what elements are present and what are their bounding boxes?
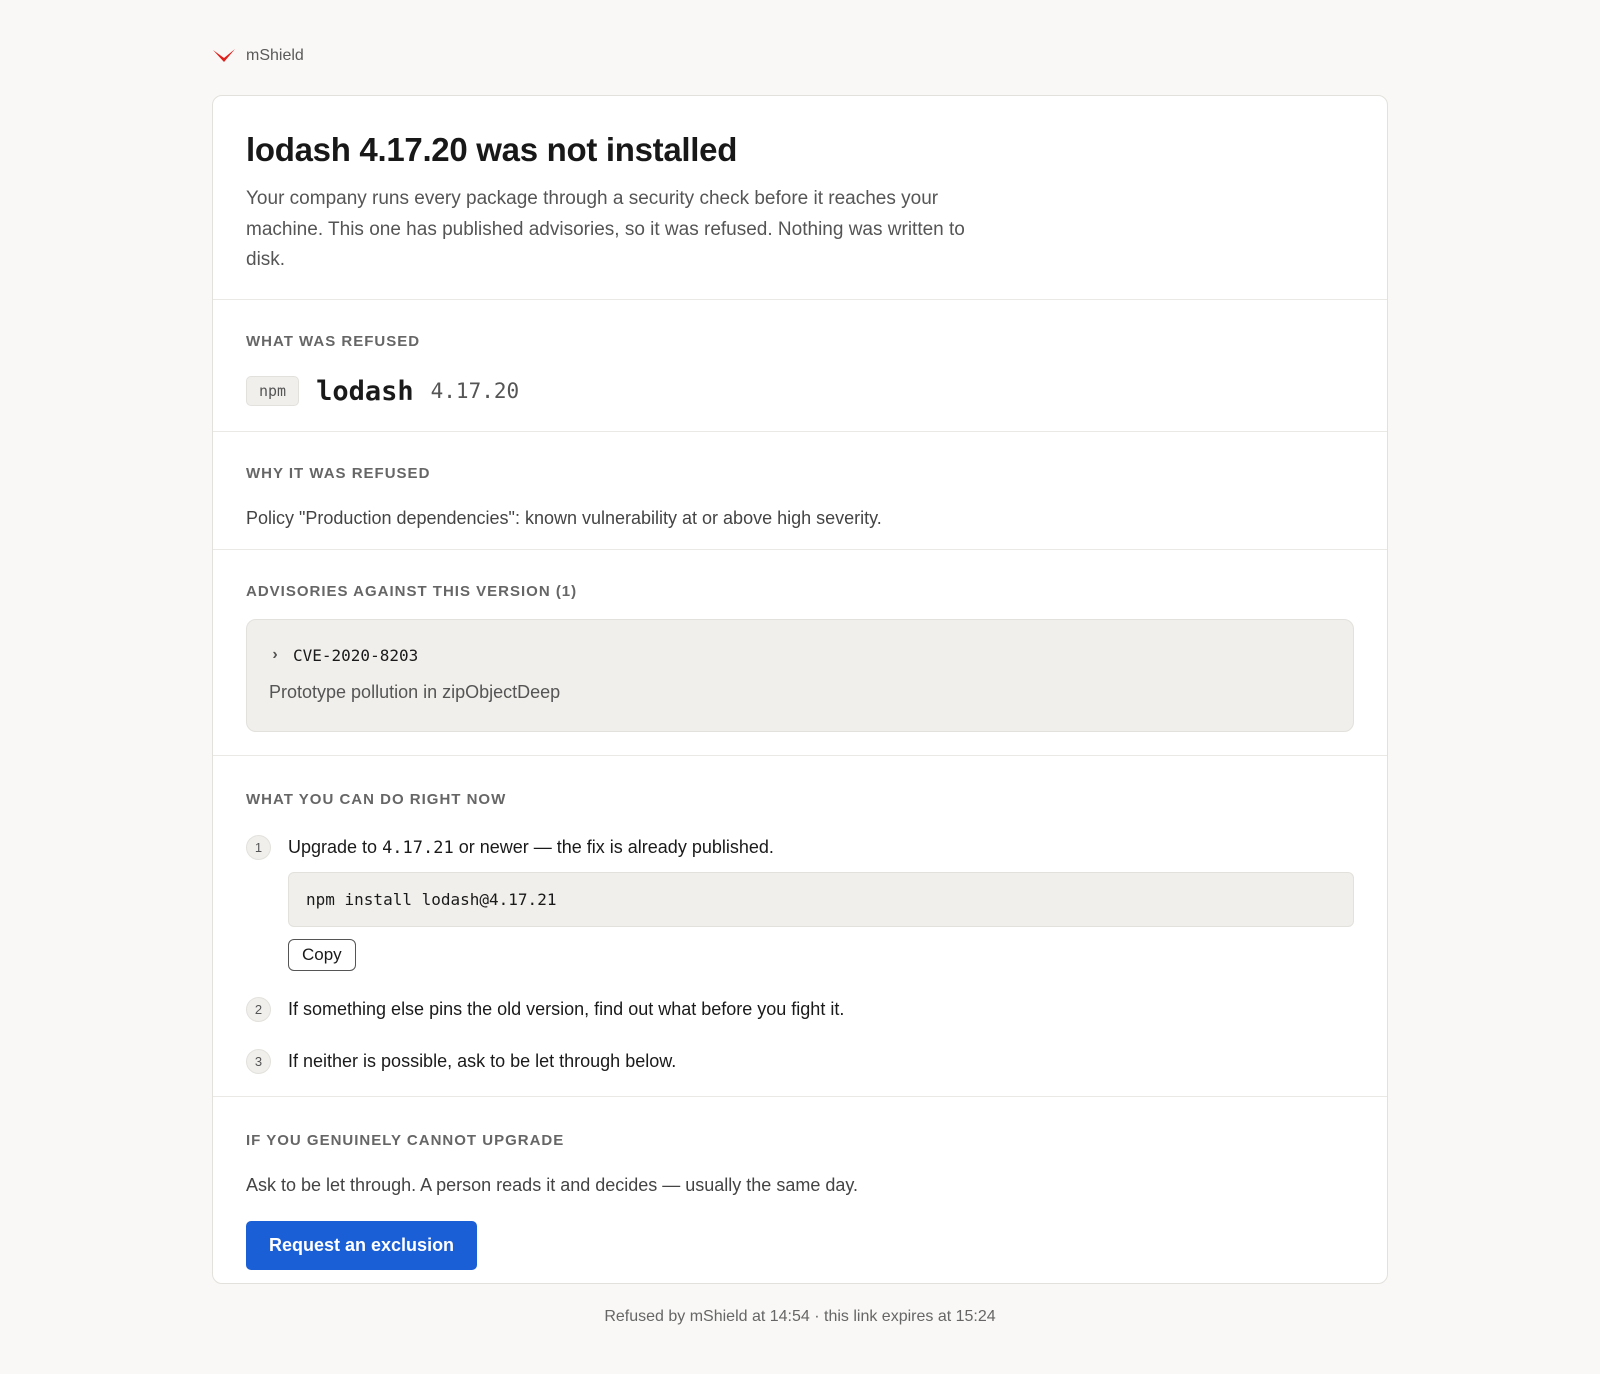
copy-button[interactable]: Copy [288,939,356,971]
reason-text: Policy "Production dependencies": known … [246,508,882,528]
header-section: lodash 4.17.20 was not installed Your co… [213,96,1387,300]
package-line: npm lodash 4.17.20 [246,373,1354,409]
refusal-card: lodash 4.17.20 was not installed Your co… [212,95,1388,1284]
step-text: If something else pins the old version, … [288,999,845,1019]
step-2: 2 If something else pins the old version… [246,995,1354,1023]
exclusion-section: IF YOU GENUINELY CANNOT UPGRADE Ask to b… [213,1097,1387,1283]
brand-name: mShield [246,47,304,64]
page: mShield lodash 4.17.20 was not installed… [0,0,1600,1374]
refused-section: WHAT WAS REFUSED npm lodash 4.17.20 [213,300,1387,432]
page-title: lodash 4.17.20 was not installed [246,131,738,168]
refused-label: WHAT WAS REFUSED [246,333,421,350]
advisory-item[interactable]: › CVE-2020-8203 Prototype pollution in z… [246,619,1354,732]
advisory-id: CVE-2020-8203 [293,645,419,665]
actions-label: WHAT YOU CAN DO RIGHT NOW [246,791,507,808]
step-body: If neither is possible, ask to be let th… [288,1047,1354,1075]
footer-text: Refused by mShield at 14:54 · this link … [604,1308,996,1325]
step-text: If neither is possible, ask to be let th… [288,1051,677,1071]
step-text-after: or newer — the fix is already published. [453,837,774,857]
fixed-version: 4.17.21 [382,838,454,858]
reason-section: WHY IT WAS REFUSED Policy "Production de… [213,432,1387,550]
chevron-right-icon: › [272,646,278,663]
advisories-label: ADVISORIES AGAINST THIS VERSION (1) [246,583,578,600]
reason-label: WHY IT WAS REFUSED [246,465,431,482]
step-text-before: Upgrade to [288,837,383,857]
step-3: 3 If neither is possible, ask to be let … [246,1047,1354,1075]
brand: mShield [212,44,304,68]
step-body: Upgrade to 4.17.21 or newer — the fix is… [288,833,1354,971]
advisories-section: ADVISORIES AGAINST THIS VERSION (1) › CV… [213,550,1387,756]
advisory-toggle[interactable]: › CVE-2020-8203 [269,642,1331,668]
request-exclusion-button[interactable]: Request an exclusion [246,1221,478,1270]
lead-text: Your company runs every package through … [246,188,965,270]
step-number: 2 [246,997,271,1022]
step-number: 1 [246,835,271,860]
package-name: lodash [316,375,414,407]
ecosystem-badge: npm [246,376,300,406]
step-body: If something else pins the old version, … [288,995,1354,1023]
step-number: 3 [246,1049,271,1074]
chevron-v-logo-icon [213,49,235,62]
install-command[interactable]: npm install lodash@4.17.21 [288,872,1354,927]
exclusion-label: IF YOU GENUINELY CANNOT UPGRADE [246,1132,565,1149]
step-1: 1 Upgrade to 4.17.21 or newer — the fix … [246,833,1354,971]
actions-section: WHAT YOU CAN DO RIGHT NOW 1 Upgrade to 4… [213,756,1387,1097]
steps-list: 1 Upgrade to 4.17.21 or newer — the fix … [246,833,1354,1075]
step-text: Upgrade to 4.17.21 or newer — the fix is… [288,833,1354,862]
advisory-description: Prototype pollution in zipObjectDeep [269,682,561,702]
package-version: 4.17.20 [430,379,520,403]
exclusion-text: Ask to be let through. A person reads it… [246,1175,859,1195]
